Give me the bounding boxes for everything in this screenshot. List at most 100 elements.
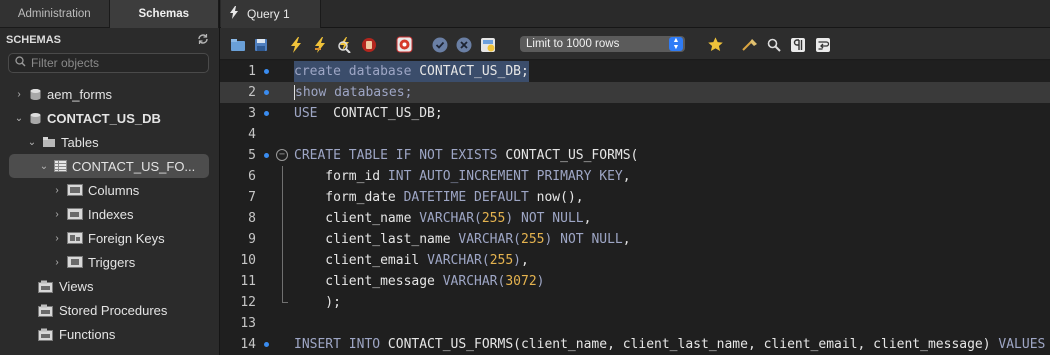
chevron-down-icon[interactable]: ⌄	[38, 160, 50, 172]
fold-guide	[282, 229, 283, 250]
fold-toggle-icon[interactable]: −	[276, 149, 288, 161]
keyword: USE	[294, 106, 318, 121]
line-number: 5	[248, 148, 256, 163]
table-icon	[54, 160, 67, 172]
line-number: 2	[248, 85, 256, 100]
code-text: ,	[622, 169, 631, 184]
tree-item-label: Stored Procedures	[59, 302, 168, 318]
code-text: ,	[583, 211, 592, 226]
statement-marker-dot	[264, 111, 269, 116]
chevron-down-icon[interactable]: ⌄	[26, 136, 38, 148]
folder-icon	[42, 136, 56, 148]
chevron-right-icon[interactable]: ›	[51, 256, 63, 268]
tree-item-views[interactable]: Views	[0, 274, 219, 298]
tree-item-stored-procedures[interactable]: Stored Procedures	[0, 298, 219, 322]
invisible-chars-icon[interactable]	[789, 36, 806, 53]
tab-query-1[interactable]: Query 1	[221, 0, 321, 28]
beautify-broom-icon[interactable]	[742, 36, 759, 53]
line-number: 11	[240, 274, 256, 289]
filter-input[interactable]	[31, 56, 191, 70]
save-icon[interactable]	[252, 36, 269, 53]
code-line: 12 );	[220, 292, 1050, 313]
code-line: 7 form_date DATETIME DEFAULT now(),	[220, 187, 1050, 208]
tree-item-indexes[interactable]: › Indexes	[0, 202, 219, 226]
tree-item-contact-us-db[interactable]: ⌄ CONTACT_US_DB	[0, 106, 219, 130]
code-text: ,	[622, 232, 631, 247]
code-line: 13	[220, 313, 1050, 334]
navigator-tabs: Administration Schemas	[0, 0, 219, 28]
line-number: 3	[248, 106, 256, 121]
bookmark-star-icon[interactable]	[707, 36, 724, 53]
commit-check-icon[interactable]	[431, 36, 448, 53]
schema-filter	[8, 53, 209, 73]
chevron-right-icon[interactable]: ›	[51, 208, 63, 220]
tab-schemas[interactable]: Schemas	[109, 0, 219, 28]
line-number: 9	[248, 232, 256, 247]
line-number: 13	[240, 316, 256, 331]
execute-lightning-icon[interactable]	[287, 36, 304, 53]
keyword: INSERT INTO	[294, 337, 381, 352]
line-number: 14	[240, 337, 256, 352]
tree-item-label: Foreign Keys	[88, 230, 165, 246]
word-wrap-icon[interactable]	[814, 36, 831, 53]
keyword: DATETIME DEFAULT	[403, 190, 529, 205]
open-folder-icon[interactable]	[229, 36, 246, 53]
toggle-error-continue-icon[interactable]	[396, 36, 413, 53]
keyword: CREATE TABLE IF NOT EXISTS	[294, 148, 498, 163]
tab-administration[interactable]: Administration	[0, 0, 110, 28]
schemas-title: SCHEMAS	[6, 34, 62, 46]
line-number: 8	[248, 211, 256, 226]
tree-item-tables[interactable]: ⌄ Tables	[0, 130, 219, 154]
code-line: 8 client_name VARCHAR(255) NOT NULL,	[220, 208, 1050, 229]
code-text: now(),	[528, 190, 584, 205]
chevron-right-icon[interactable]: ›	[51, 232, 63, 244]
tree-item-triggers[interactable]: › Triggers	[0, 250, 219, 274]
limit-rows-value: Limit to 1000 rows	[526, 38, 620, 50]
chevron-right-icon[interactable]: ›	[51, 184, 63, 196]
autocommit-icon[interactable]	[479, 36, 496, 53]
keyword: VARCHAR(	[458, 232, 521, 247]
code-line: 11 client_message VARCHAR(3072)	[220, 271, 1050, 292]
number-literal: 255	[489, 253, 514, 268]
columns-icon	[67, 184, 83, 196]
tree-item-label: aem_forms	[47, 86, 113, 102]
tree-item-columns[interactable]: › Columns	[0, 178, 219, 202]
tree-item-functions[interactable]: Functions	[0, 322, 219, 346]
tree-item-label: Columns	[88, 182, 140, 198]
keyword: VARCHAR(	[419, 211, 482, 226]
fold-guide	[282, 166, 283, 187]
code-line: 4	[220, 124, 1050, 145]
indexes-icon	[67, 208, 83, 220]
code-text: client_last_name	[294, 232, 459, 247]
chevron-down-icon[interactable]: ⌄	[13, 112, 25, 124]
fold-guide	[282, 208, 283, 229]
limit-rows-select[interactable]: Limit to 1000 rows ▲ ▼	[520, 36, 685, 52]
statement-marker-dot	[264, 90, 269, 95]
search-icon	[15, 54, 26, 72]
tree-item-aem-forms[interactable]: › aem_forms	[0, 82, 219, 106]
explain-magnifier-icon[interactable]	[336, 36, 353, 53]
keyword: VARCHAR(	[442, 274, 506, 289]
execute-current-icon[interactable]	[312, 36, 329, 53]
line-number: 1	[248, 64, 256, 79]
code-text: CONTACT_US_FORMS(client_name, client_las…	[380, 337, 999, 352]
tree-item-label: CONTACT_US_FO...	[72, 158, 196, 174]
fold-guide	[282, 187, 283, 208]
number-literal: 255	[521, 232, 545, 247]
tree-item-label: Indexes	[88, 206, 134, 222]
tree-item-contact-us-forms[interactable]: ⌄ CONTACT_US_FO...	[9, 154, 209, 178]
sql-editor[interactable]: 1 create database CONTACT_US_DB; 2 show …	[220, 61, 1050, 355]
rollback-x-icon[interactable]	[455, 36, 472, 53]
line-number: 10	[240, 253, 256, 268]
find-magnifier-icon[interactable]	[765, 36, 782, 53]
refresh-icon[interactable]	[197, 33, 209, 48]
code-line: 14 INSERT INTO CONTACT_US_FORMS(client_n…	[220, 334, 1050, 355]
lightning-icon	[229, 6, 239, 22]
stop-hand-icon[interactable]	[360, 36, 377, 53]
code-text: CONTACT_US_DB;	[411, 64, 529, 79]
code-line: 1 create database CONTACT_US_DB;	[220, 61, 1050, 82]
code-text: CONTACT_US_DB;	[317, 106, 443, 121]
chevron-right-icon[interactable]: ›	[13, 88, 25, 100]
tree-item-foreign-keys[interactable]: › Foreign Keys	[0, 226, 219, 250]
keyword: INT AUTO_INCREMENT PRIMARY KEY	[387, 169, 623, 184]
